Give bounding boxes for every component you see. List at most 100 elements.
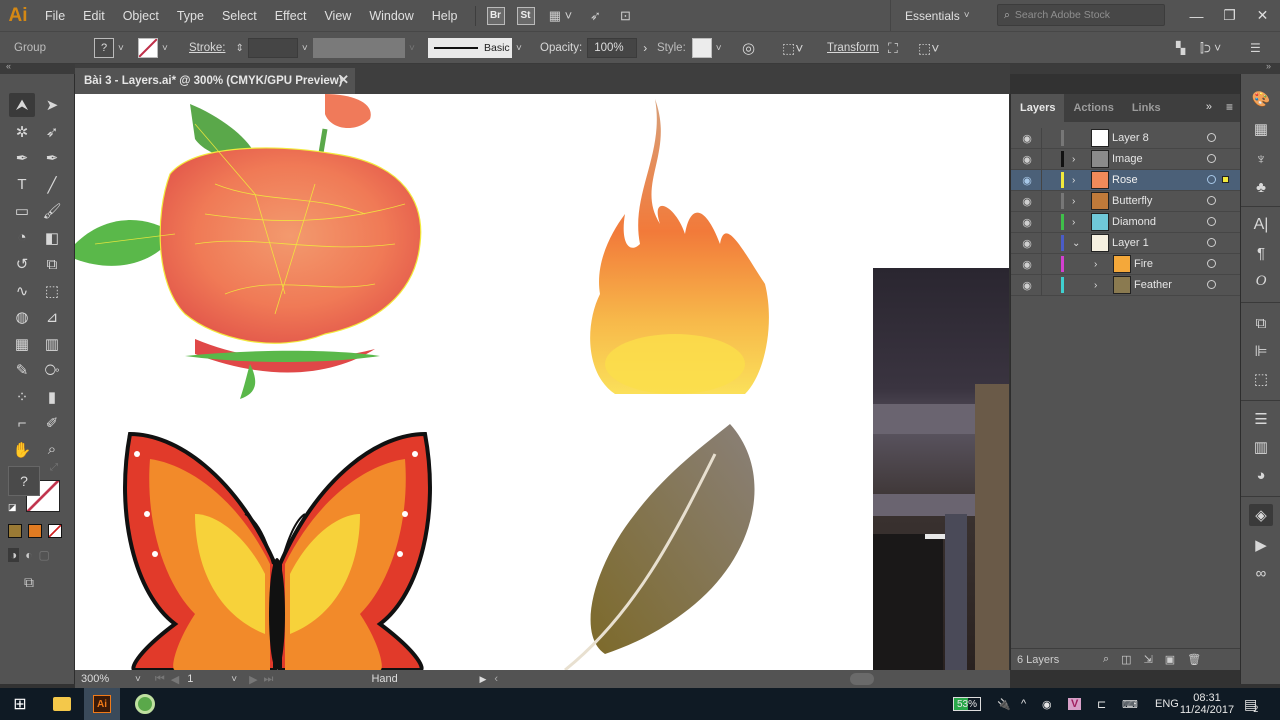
layer-row[interactable]: ◉ Layer 8 [1011,127,1241,149]
action-center-button[interactable]: ▤ 2 [1244,688,1258,720]
lock-column[interactable] [1041,232,1042,254]
clock[interactable]: 08:31 11/24/2017 [1180,688,1234,720]
gpu-performance-button[interactable]: ➶ [584,5,608,27]
chevron-down-icon[interactable]: ˅ [162,43,168,54]
layer-row[interactable]: ◉ › Image [1011,148,1241,170]
align-selection-button[interactable]: ⬚˅ [782,32,803,64]
paragraph-icon[interactable]: ¶ [1249,242,1273,264]
paintbrush-tool[interactable]: 🖌 [39,199,65,223]
target-circle-icon[interactable] [1207,280,1216,289]
close-document-icon[interactable]: ✕ [338,72,349,88]
stroke-swatch[interactable] [138,38,158,58]
symbol-sprayer-tool[interactable]: ⁘ [9,385,35,409]
zoom-tool[interactable]: ⌕ [39,438,65,462]
select-similar-button[interactable]: ⬚˅ [918,32,939,64]
bridge-button[interactable]: Br [484,5,508,27]
column-graph-tool[interactable]: ▮ [39,385,65,409]
selection-indicator[interactable] [1222,176,1229,183]
character-icon[interactable]: A| [1249,214,1273,236]
stock-button[interactable]: St [514,5,538,27]
layer-name[interactable]: Butterfly [1112,195,1152,207]
target-circle-icon[interactable] [1207,196,1216,205]
lock-column[interactable] [1041,148,1042,170]
menu-edit[interactable]: Edit [74,9,114,23]
color-mode-button[interactable] [8,524,22,538]
camtasia-taskbar-button[interactable] [133,692,157,716]
expand-panels-icon[interactable]: » [1206,101,1212,113]
target-circle-icon[interactable] [1207,175,1216,184]
draw-normal-icon[interactable]: ◑ [8,548,20,562]
artboard-dropdown-icon[interactable]: ˅ [231,674,237,685]
menu-select[interactable]: Select [213,9,266,23]
draw-behind-icon[interactable]: ◐ [25,548,32,562]
chevron-right-icon[interactable]: › [1072,196,1075,207]
hand-tool[interactable]: ✋ [9,438,35,462]
fill-control[interactable]: ? ˅ [94,32,124,64]
gradient-tool[interactable]: ▥ [39,332,65,356]
search-adobe-stock-input[interactable]: ⌕ Search Adobe Stock [997,4,1165,26]
control-panel-menu[interactable]: ☰ [1250,32,1261,64]
layer-name[interactable]: Image [1112,153,1143,165]
artboard-number[interactable]: 1 [187,673,227,685]
input-language[interactable]: ENG [1155,688,1179,720]
graphic-style-swatch[interactable] [691,38,712,58]
fill-swatch[interactable]: ? [94,38,114,58]
chevron-right-icon[interactable]: › [1072,217,1075,228]
target-circle-icon[interactable] [1207,217,1216,226]
isolate-group-button[interactable]: ⛶ [888,32,898,64]
curvature-tool[interactable]: ✒ [39,146,65,170]
show-hidden-icons[interactable]: ^ [1021,688,1026,720]
status-menu-arrow-icon[interactable]: ▶ [479,674,486,685]
workspace-switcher[interactable]: Essentials ˅ [890,0,970,31]
illustrator-taskbar-button[interactable]: Ai [84,688,120,720]
brush-preview[interactable]: Basic [428,38,512,58]
mesh-tool[interactable]: ▦ [9,332,35,356]
stroke-weight-input[interactable] [247,38,298,58]
lock-column[interactable] [1041,253,1042,275]
start-button[interactable]: ⊞ [8,692,32,716]
layer-name[interactable]: Feather [1134,279,1172,291]
menu-view[interactable]: View [315,9,360,23]
gradient-mode-button[interactable] [28,524,42,538]
tab-layers[interactable]: Layers [1011,94,1065,122]
symbols-icon[interactable]: ♣ [1249,176,1273,198]
restore-button[interactable]: ❐ [1213,7,1246,24]
arrange-documents-button[interactable]: ▦ ˅ [544,5,578,27]
file-explorer-button[interactable] [50,692,74,716]
brush-definition[interactable]: Basic ˅ [428,32,522,64]
lock-column[interactable] [1041,190,1042,212]
keyboard-icon[interactable]: ⌨ [1122,688,1138,720]
draw-inside-icon[interactable]: ▢ [39,548,50,562]
artboard-canvas[interactable] [75,94,1009,670]
rotate-tool[interactable]: ↺ [9,252,35,276]
chevron-right-icon[interactable]: › [1094,259,1097,270]
stepper-icon[interactable]: ⇕ [235,43,243,54]
menu-object[interactable]: Object [114,9,168,23]
type-tool[interactable]: T [9,173,35,197]
free-transform-tool[interactable]: ⬚ [39,279,65,303]
make-clipping-mask-icon[interactable]: ◫ [1121,653,1131,666]
default-fill-stroke-icon[interactable]: ◪ [8,502,17,513]
warp-tool[interactable]: ∿ [9,279,35,303]
minimize-button[interactable]: — [1180,8,1213,24]
delete-layer-icon[interactable]: 🗑 [1187,653,1201,666]
color-guide-icon[interactable]: ▦ [1249,118,1273,140]
menu-file[interactable]: File [36,9,74,23]
none-mode-button[interactable] [48,524,62,538]
transform-icon[interactable]: ⬚ [1249,368,1273,390]
panel-menu-icon[interactable]: ≡ [1226,100,1233,114]
lock-column[interactable] [1041,127,1042,149]
color-panel-icon[interactable]: 🎨 [1249,88,1273,110]
layer-name[interactable]: Fire [1134,258,1153,270]
align-icon[interactable]: ⊫ [1249,340,1273,362]
scale-tool[interactable]: ⧉ [39,252,65,276]
create-sublayer-icon[interactable]: ⇲ [1144,653,1153,666]
layer-row[interactable]: ◉ › Rose [1011,169,1241,191]
layer-name[interactable]: Rose [1112,174,1138,186]
variable-width-profile-field[interactable] [313,38,405,58]
tray-v-icon[interactable]: V [1068,688,1082,720]
first-artboard-icon[interactable]: ⏮ [155,673,165,686]
direct-selection-tool[interactable]: ➤ [39,93,65,117]
opentype-icon[interactable]: O [1249,270,1273,292]
chevron-right-icon[interactable]: › [1072,154,1075,165]
